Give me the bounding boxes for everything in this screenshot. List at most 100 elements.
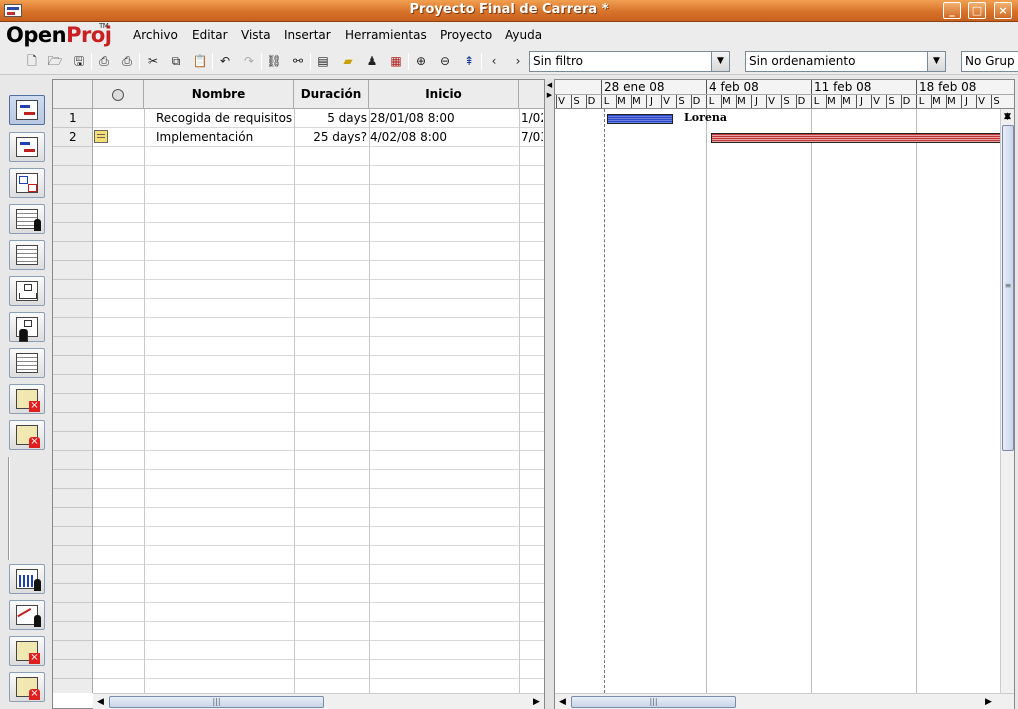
collapse-right-icon[interactable]: ▶ [545, 91, 554, 105]
paste-icon[interactable]: 📋 [192, 53, 208, 69]
wbs-icon [16, 281, 38, 301]
header-indicators[interactable] [93, 80, 144, 109]
task-start[interactable]: 28/01/08 8:00 [370, 109, 455, 127]
sort-value: Sin ordenamiento [749, 54, 856, 68]
close-button[interactable]: × [994, 2, 1012, 19]
print-preview-icon[interactable]: ⎙ [119, 53, 135, 69]
menu-proyecto[interactable]: Proyecto [440, 28, 492, 42]
zoom-in-icon[interactable]: ⊕ [413, 53, 429, 69]
assign-resource-icon[interactable]: ♟ [364, 53, 380, 69]
task-start[interactable]: 4/02/08 8:00 [370, 128, 447, 146]
header-rownum[interactable] [53, 80, 93, 109]
task-finish[interactable]: 7/03 [521, 128, 543, 146]
menu-editar[interactable]: Editar [192, 28, 228, 42]
resource-usage-lower-button[interactable] [9, 672, 45, 702]
sort-select[interactable]: Sin ordenamiento ▼ [745, 51, 946, 72]
note-indicator-icon[interactable] [94, 130, 108, 143]
maximize-button[interactable]: □ [968, 2, 986, 19]
menu-bar: OpenProj TM Archivo Editar Vista Insertar… [0, 22, 1018, 48]
zoom-out-icon[interactable]: ⊖ [437, 53, 453, 69]
network-icon [16, 173, 38, 193]
link-icon[interactable]: ⛓ [266, 53, 282, 69]
task-duration[interactable]: 25 days? [297, 128, 367, 146]
scroll-to-task-icon[interactable]: ⇞ [461, 53, 477, 69]
day-label: V [556, 95, 566, 108]
table-row[interactable]: 2 Implementación 25 days? 4/02/08 8:00 7… [53, 128, 544, 147]
task-usage-lower-icon [16, 641, 40, 664]
undo-icon[interactable]: ↶ [217, 53, 233, 69]
charts-button[interactable] [9, 600, 45, 630]
task-name[interactable]: Recogida de requisitos [156, 109, 292, 127]
network-view-button[interactable] [9, 168, 45, 198]
chevron-down-icon[interactable]: ▼ [927, 52, 945, 71]
scroll-left-icon[interactable]: ◀ [555, 695, 570, 709]
unlink-icon[interactable]: ⚯ [290, 53, 306, 69]
redo-icon[interactable]: ↷ [241, 53, 257, 69]
week-label: 11 feb 08 [811, 80, 871, 94]
header-fin[interactable] [519, 80, 544, 109]
task-usage-view-button[interactable] [9, 240, 45, 270]
day-label: J [856, 95, 866, 108]
next-icon[interactable]: › [510, 53, 526, 69]
new-file-icon[interactable]: 🗋 [24, 53, 40, 69]
gantt-view-button[interactable] [9, 95, 45, 125]
filter-select[interactable]: Sin filtro ▼ [529, 51, 730, 72]
task-bar[interactable] [711, 133, 1000, 143]
save-icon[interactable]: 🖫 [71, 53, 87, 69]
task-name[interactable]: Implementación [156, 128, 253, 146]
pane-splitter[interactable]: ◀ ▶ [545, 79, 554, 709]
histogram-button[interactable] [9, 564, 45, 594]
scroll-thumb[interactable]: ≡ [1002, 125, 1014, 451]
day-label: S [991, 95, 1001, 108]
rbs-view-button[interactable] [9, 312, 45, 342]
gantt-vertical-scrollbar[interactable]: ▲ ≡ ▼ [1000, 109, 1014, 693]
chevron-down-icon[interactable]: ▼ [711, 52, 729, 71]
tracking-gantt-view-button[interactable] [9, 132, 45, 162]
reports-view-button[interactable] [9, 348, 45, 378]
scroll-left-icon[interactable]: ◀ [93, 695, 108, 709]
table-body: 1 Recogida de requisitos 5 days 28/01/08… [53, 109, 544, 693]
task-usage-icon [16, 245, 38, 265]
scroll-down-icon[interactable]: ▼ [1001, 110, 1014, 124]
scroll-right-icon[interactable]: ▶ [529, 695, 544, 709]
menu-insertar[interactable]: Insertar [284, 28, 331, 42]
day-label: M [616, 95, 626, 108]
resource-usage-button[interactable] [9, 420, 45, 450]
day-label: L [706, 95, 716, 108]
cut-icon[interactable]: ✂ [145, 53, 161, 69]
menu-vista[interactable]: Vista [241, 28, 271, 42]
task-info-icon[interactable]: ▤ [315, 53, 331, 69]
scroll-thumb[interactable]: ||| [109, 696, 324, 708]
header-nombre[interactable]: Nombre [144, 80, 294, 109]
timescale-weeks: : 28 ene 08 4 feb 08 11 feb 08 18 feb 08 [555, 80, 1014, 95]
group-select[interactable]: No Grup [961, 51, 1018, 72]
week-label: 18 feb 08 [916, 80, 976, 94]
header-inicio[interactable]: Inicio [369, 80, 519, 109]
resources-view-button[interactable] [9, 204, 45, 234]
scroll-thumb[interactable]: ||| [571, 696, 736, 708]
table-horizontal-scrollbar[interactable]: ◀ ||| ▶ [93, 693, 544, 709]
task-usage-detail-button[interactable] [9, 384, 45, 414]
calendar-icon[interactable]: ▦ [388, 53, 404, 69]
menu-archivo[interactable]: Archivo [133, 28, 178, 42]
table-row[interactable]: 1 Recogida de requisitos 5 days 28/01/08… [53, 109, 544, 128]
notes-icon[interactable]: ▰ [340, 53, 356, 69]
open-folder-icon[interactable]: 🗁 [47, 53, 63, 69]
header-duracion[interactable]: Duración [294, 80, 369, 109]
task-bar[interactable] [607, 114, 673, 124]
task-duration[interactable]: 5 days [297, 109, 367, 127]
task-usage-lower-button[interactable] [9, 636, 45, 666]
menu-herramientas[interactable]: Herramientas [345, 28, 427, 42]
scroll-right-icon[interactable]: ▶ [981, 695, 996, 709]
previous-icon[interactable]: ‹ [486, 53, 502, 69]
day-label: M [946, 95, 956, 108]
gantt-horizontal-scrollbar[interactable]: ◀ ||| ▶ [555, 693, 1014, 709]
copy-icon[interactable]: ⧉ [168, 53, 184, 69]
print-icon[interactable]: ⎙ [96, 53, 112, 69]
minimize-button[interactable]: _ [943, 2, 961, 19]
wbs-view-button[interactable] [9, 276, 45, 306]
menu-ayuda[interactable]: Ayuda [505, 28, 542, 42]
task-finish[interactable]: 1/02 [521, 109, 543, 127]
title-bar: Proyecto Final de Carrera * _ □ × [0, 0, 1018, 22]
group-value: No Grup [965, 54, 1015, 68]
